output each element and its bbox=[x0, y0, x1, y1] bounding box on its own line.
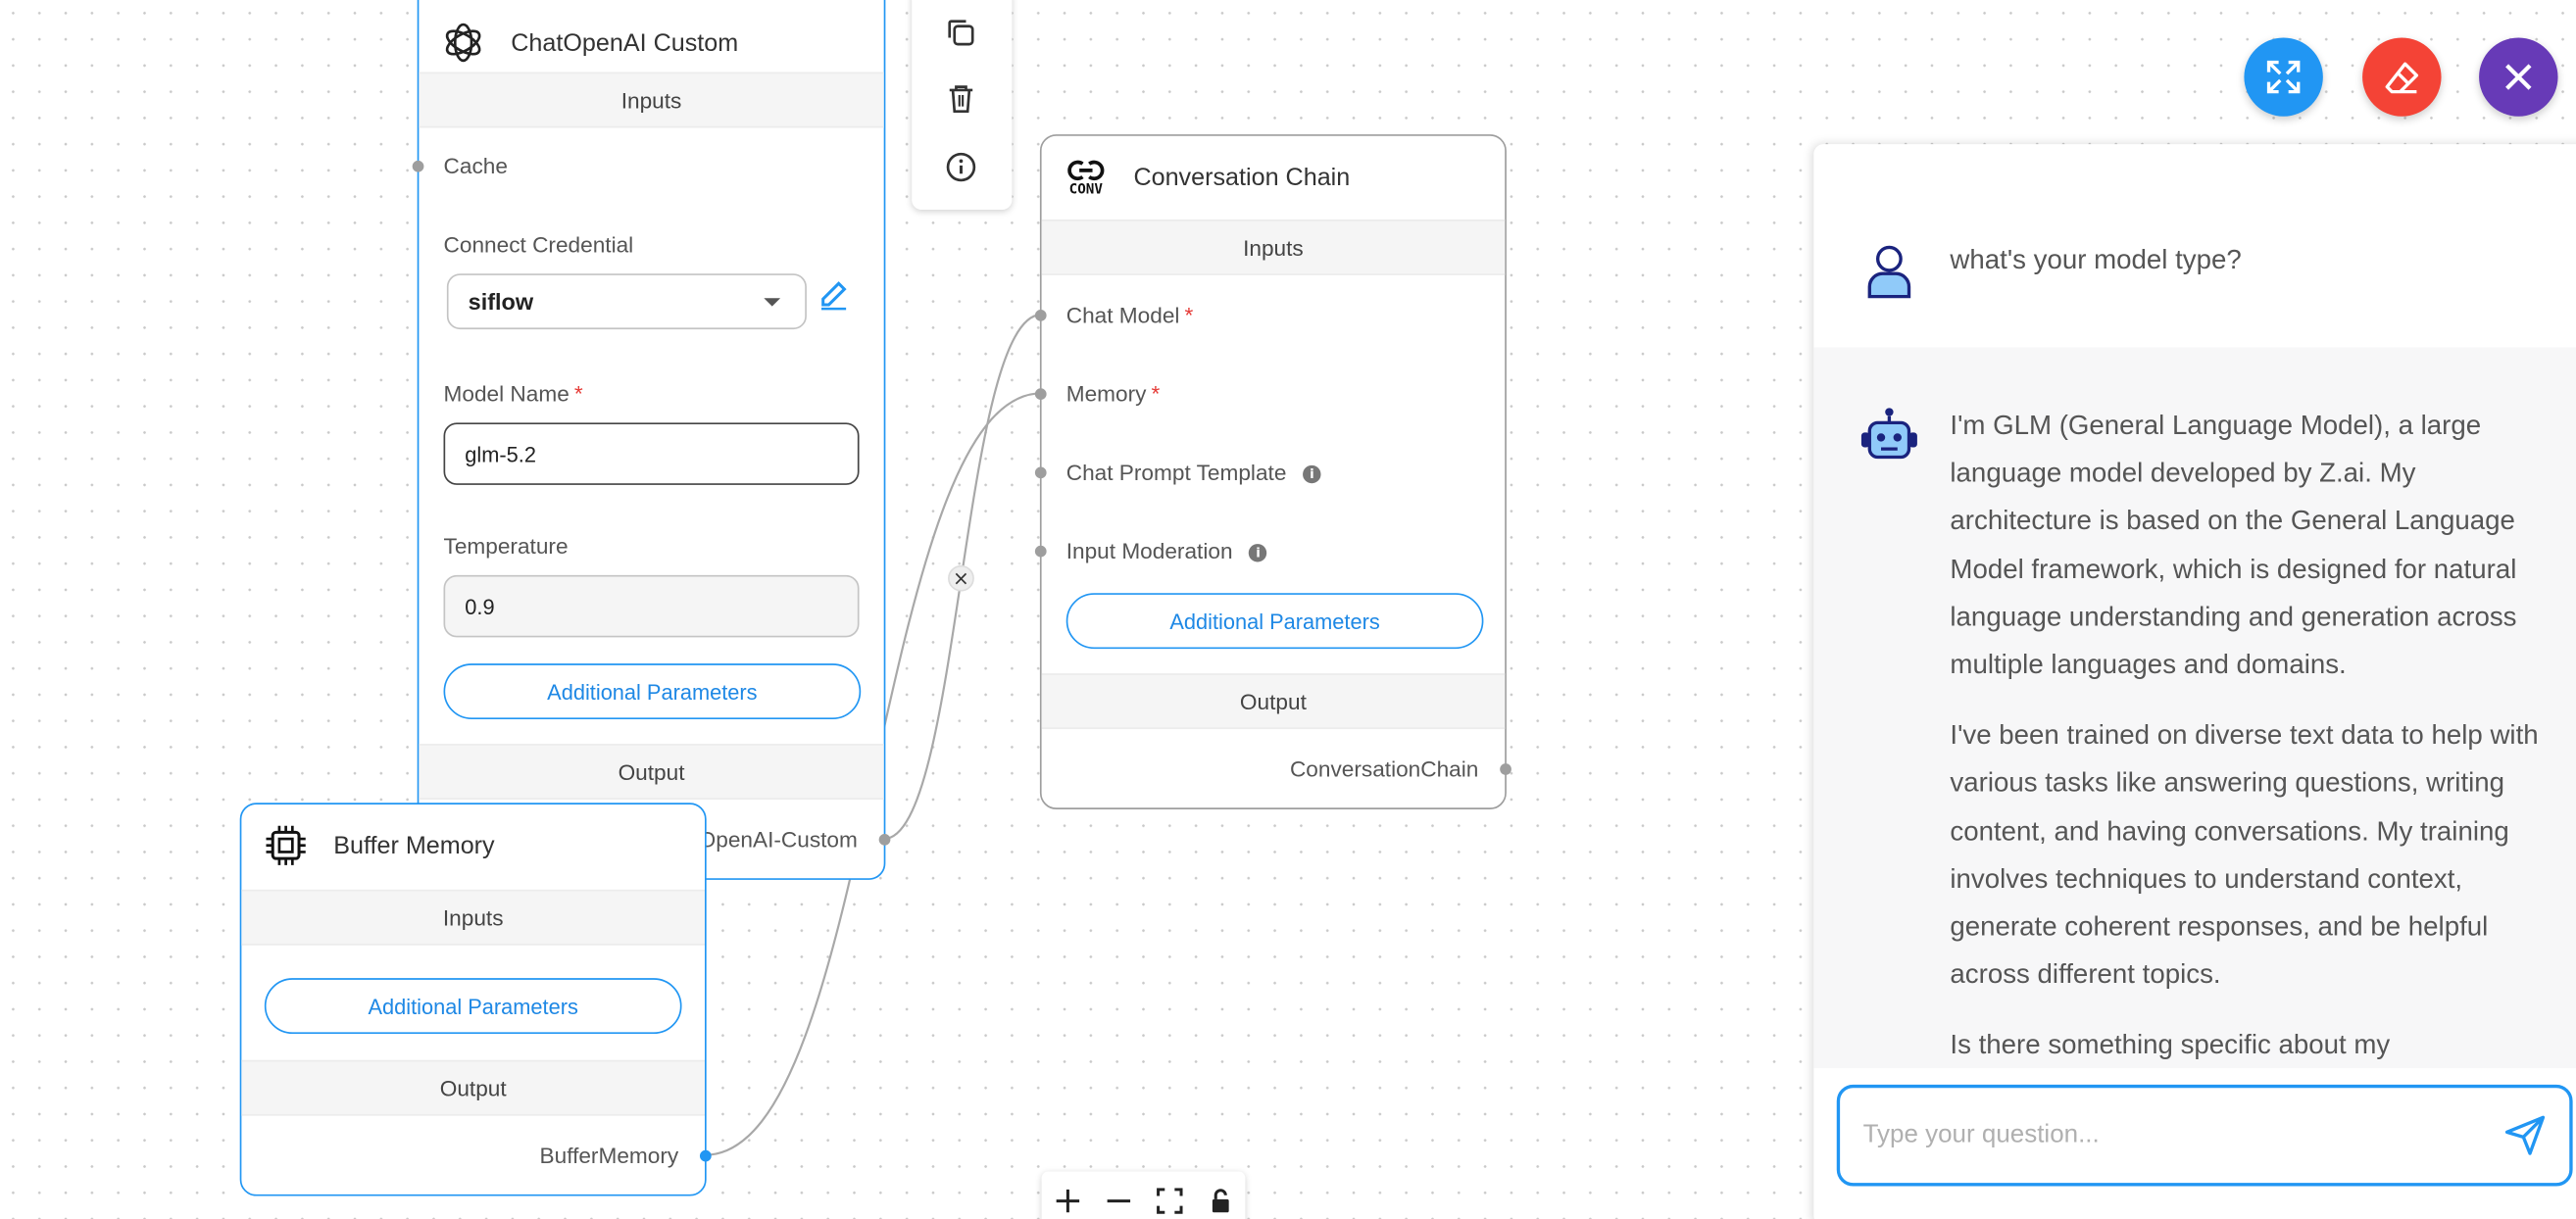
chat-model-label: Chat Model * bbox=[1066, 303, 1194, 327]
lock-button[interactable] bbox=[1199, 1182, 1242, 1219]
conversation-chain-icon: CONV bbox=[1062, 152, 1111, 201]
expand-icon bbox=[2266, 60, 2301, 94]
expand-chat-button[interactable] bbox=[2244, 37, 2323, 117]
credential-select[interactable]: siflow bbox=[446, 273, 807, 330]
bot-avatar-icon bbox=[1860, 408, 1917, 460]
prompt-template-handle[interactable] bbox=[1034, 466, 1047, 479]
user-message-text: what's your model type? bbox=[1950, 245, 2242, 275]
memory-chip-icon bbox=[261, 821, 310, 870]
required-mark: * bbox=[573, 381, 583, 407]
user-avatar-icon bbox=[1867, 245, 1911, 299]
info-icon[interactable]: i bbox=[1303, 464, 1321, 484]
inputs-section-header: Inputs bbox=[1041, 219, 1506, 275]
temperature-value: 0.9 bbox=[465, 594, 495, 619]
info-icon[interactable] bbox=[943, 149, 979, 185]
node-toolbar bbox=[912, 0, 1013, 211]
output-label: ConversationChain bbox=[1289, 756, 1479, 782]
conv-icon-text: CONV bbox=[1068, 180, 1103, 198]
close-icon: × bbox=[953, 566, 969, 590]
close-icon bbox=[2505, 64, 2532, 90]
cache-label: Cache bbox=[443, 154, 508, 179]
required-mark: * bbox=[1184, 303, 1194, 328]
output-section-header: Output bbox=[241, 1059, 706, 1116]
output-label: BufferMemory bbox=[539, 1144, 679, 1169]
credential-value: siflow bbox=[468, 288, 534, 316]
additional-parameters-button[interactable]: Additional Parameters bbox=[1065, 593, 1484, 650]
chat-question-input[interactable] bbox=[1862, 1120, 2488, 1150]
model-name-value: glm-5.2 bbox=[465, 441, 536, 466]
flow-canvas[interactable]: ChatOpenAI Custom Inputs Cache Connect C… bbox=[0, 0, 2576, 1219]
output-handle[interactable] bbox=[1500, 763, 1511, 775]
minus-icon bbox=[1107, 1199, 1131, 1203]
fit-view-button[interactable] bbox=[1149, 1182, 1192, 1219]
fit-view-icon bbox=[1157, 1188, 1183, 1214]
openai-logo-icon bbox=[438, 18, 487, 67]
temperature-label: Temperature bbox=[443, 534, 569, 560]
node-header: CONV Conversation Chain bbox=[1042, 136, 1506, 219]
buffer-memory-node[interactable]: Buffer Memory Inputs Additional Paramete… bbox=[239, 803, 712, 1196]
inputs-section-header: Inputs bbox=[419, 72, 884, 128]
unlock-icon bbox=[1212, 1189, 1229, 1213]
eraser-icon bbox=[2385, 62, 2419, 94]
input-moderation-handle[interactable] bbox=[1034, 545, 1047, 558]
memory-handle[interactable] bbox=[1034, 388, 1047, 400]
output-handle[interactable] bbox=[699, 1149, 712, 1162]
bot-paragraph: Is there something specific about my bbox=[1950, 1031, 2391, 1061]
input-moderation-label: Input Moderation i bbox=[1066, 539, 1267, 563]
additional-parameters-button[interactable]: Additional Parameters bbox=[264, 978, 682, 1035]
send-icon[interactable] bbox=[2502, 1112, 2549, 1158]
chat-model-handle[interactable] bbox=[1034, 310, 1047, 321]
node-title: Conversation Chain bbox=[1133, 163, 1351, 191]
chevron-down-icon bbox=[764, 298, 781, 307]
bot-paragraph: I've been trained on diverse text data t… bbox=[1950, 721, 2539, 991]
input-moderation-text: Input Moderation bbox=[1065, 539, 1233, 564]
model-name-input[interactable]: glm-5.2 bbox=[443, 422, 860, 485]
output-handle[interactable] bbox=[878, 834, 891, 846]
bot-message-text: I'm GLM (General Language Model), a larg… bbox=[1950, 403, 2557, 1068]
chat-panel: what's your model type? I'm GLM (General… bbox=[1813, 144, 2576, 1219]
prompt-template-text: Chat Prompt Template bbox=[1065, 460, 1287, 485]
model-name-label: Model Name * bbox=[444, 382, 583, 407]
plus-icon bbox=[1056, 1189, 1080, 1213]
clear-chat-button[interactable] bbox=[2362, 37, 2442, 117]
additional-parameters-button[interactable]: Additional Parameters bbox=[443, 663, 862, 720]
output-section-header: Output bbox=[419, 744, 884, 800]
model-name-text: Model Name bbox=[443, 381, 570, 407]
bot-paragraph: I'm GLM (General Language Model), a larg… bbox=[1950, 411, 2517, 680]
cache-input-handle[interactable] bbox=[412, 160, 424, 172]
required-mark: * bbox=[1151, 381, 1161, 407]
bot-message: I'm GLM (General Language Model), a larg… bbox=[1813, 347, 2576, 1069]
conversation-chain-node[interactable]: CONV Conversation Chain Inputs Chat Mode… bbox=[1034, 134, 1511, 809]
edit-credential-icon[interactable] bbox=[818, 278, 852, 311]
user-message: what's your model type? bbox=[1813, 176, 2576, 348]
zoom-controls bbox=[1041, 1171, 1246, 1219]
chat-model-text: Chat Model bbox=[1065, 303, 1180, 328]
memory-text: Memory bbox=[1065, 381, 1147, 407]
node-title: Buffer Memory bbox=[333, 831, 495, 859]
credential-label: Connect Credential bbox=[443, 232, 634, 258]
info-icon[interactable]: i bbox=[1249, 544, 1267, 562]
duplicate-icon[interactable] bbox=[943, 15, 979, 51]
node-title: ChatOpenAI Custom bbox=[511, 28, 739, 57]
output-section-header: Output bbox=[1041, 673, 1506, 730]
zoom-out-button[interactable] bbox=[1098, 1182, 1141, 1219]
chatopenai-custom-node[interactable]: ChatOpenAI Custom Inputs Cache Connect C… bbox=[412, 0, 891, 880]
zoom-in-button[interactable] bbox=[1047, 1182, 1090, 1219]
edge-delete-button[interactable]: × bbox=[948, 564, 974, 592]
memory-label: Memory * bbox=[1066, 382, 1161, 407]
prompt-template-label: Chat Prompt Template i bbox=[1066, 461, 1321, 485]
node-header: Buffer Memory bbox=[241, 805, 705, 887]
temperature-input[interactable]: 0.9 bbox=[443, 574, 860, 638]
chat-input-box bbox=[1836, 1084, 2573, 1187]
close-chat-button[interactable] bbox=[2479, 37, 2558, 117]
inputs-section-header: Inputs bbox=[241, 889, 706, 946]
delete-icon[interactable] bbox=[943, 80, 979, 117]
